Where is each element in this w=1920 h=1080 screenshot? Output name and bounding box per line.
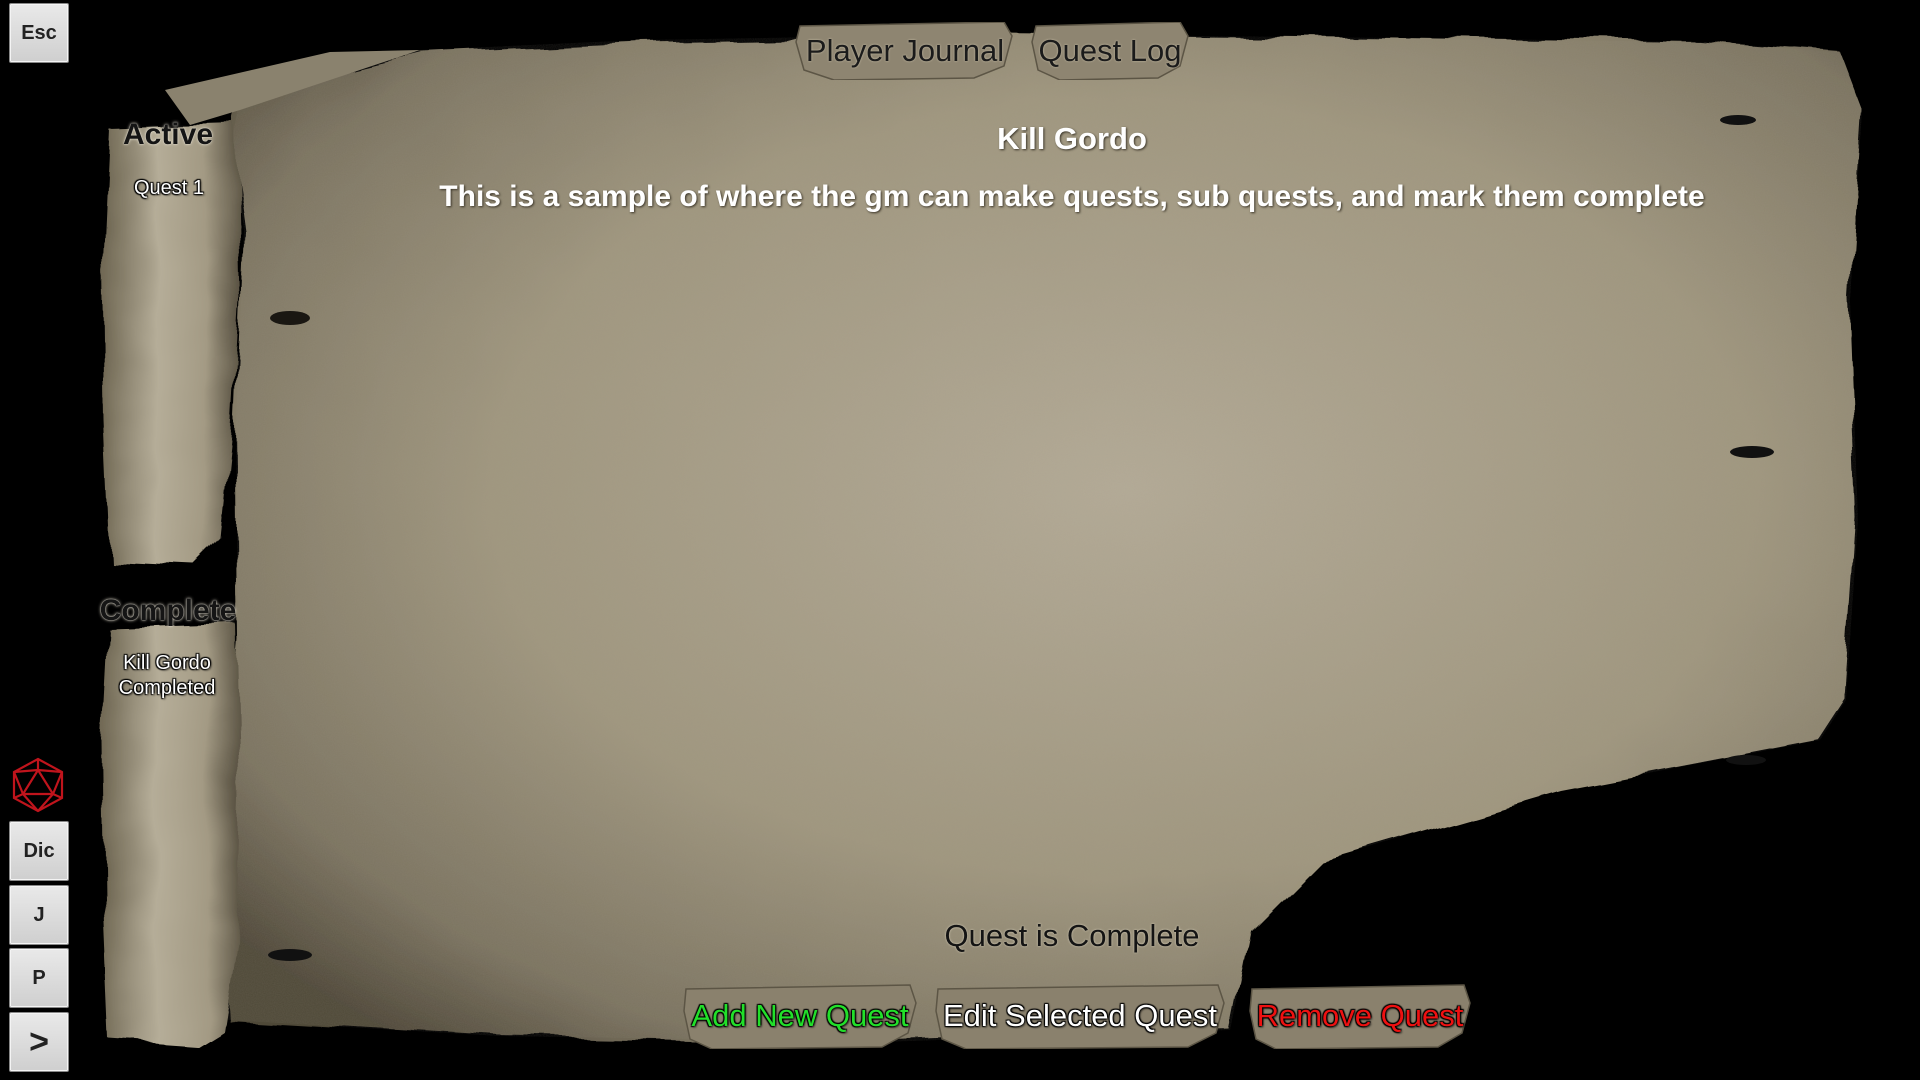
- d20-icon[interactable]: [9, 756, 67, 814]
- complete-list-heading: Complete: [99, 594, 237, 627]
- tab-label: Player Journal: [805, 33, 1005, 68]
- tab-quest-log[interactable]: Quest Log: [1030, 22, 1190, 80]
- add-quest-button[interactable]: Add New Quest: [682, 983, 918, 1049]
- journal-button[interactable]: J: [9, 885, 69, 945]
- remove-quest-label: Remove Quest: [1256, 998, 1464, 1033]
- esc-button[interactable]: Esc: [9, 3, 69, 63]
- quest-log-screen: Esc Dic J P > Player Journal Quest Log A…: [0, 0, 1920, 1080]
- dice-button[interactable]: Dic: [9, 821, 69, 881]
- active-quest-item[interactable]: Quest 1: [109, 176, 229, 201]
- quest-status: Quest is Complete: [944, 918, 1200, 953]
- active-list-heading: Active: [122, 118, 214, 151]
- player-button[interactable]: P: [9, 948, 69, 1008]
- quest-title: Kill Gordo: [997, 121, 1147, 156]
- completed-quest-name: Kill Gordo: [123, 652, 211, 674]
- quest-description: This is a sample of where the gm can mak…: [439, 180, 1705, 213]
- completed-quest-status: Completed: [118, 677, 216, 699]
- edit-quest-label: Edit Selected Quest: [943, 998, 1217, 1033]
- tab-label: Quest Log: [1038, 33, 1182, 68]
- expand-button[interactable]: >: [9, 1012, 69, 1072]
- tab-player-journal[interactable]: Player Journal: [794, 22, 1016, 80]
- remove-quest-button[interactable]: Remove Quest: [1248, 983, 1472, 1049]
- edit-quest-button[interactable]: Edit Selected Quest: [934, 983, 1226, 1049]
- add-quest-label: Add New Quest: [691, 998, 909, 1033]
- completed-quest-item[interactable]: Kill Gordo Completed: [107, 651, 227, 701]
